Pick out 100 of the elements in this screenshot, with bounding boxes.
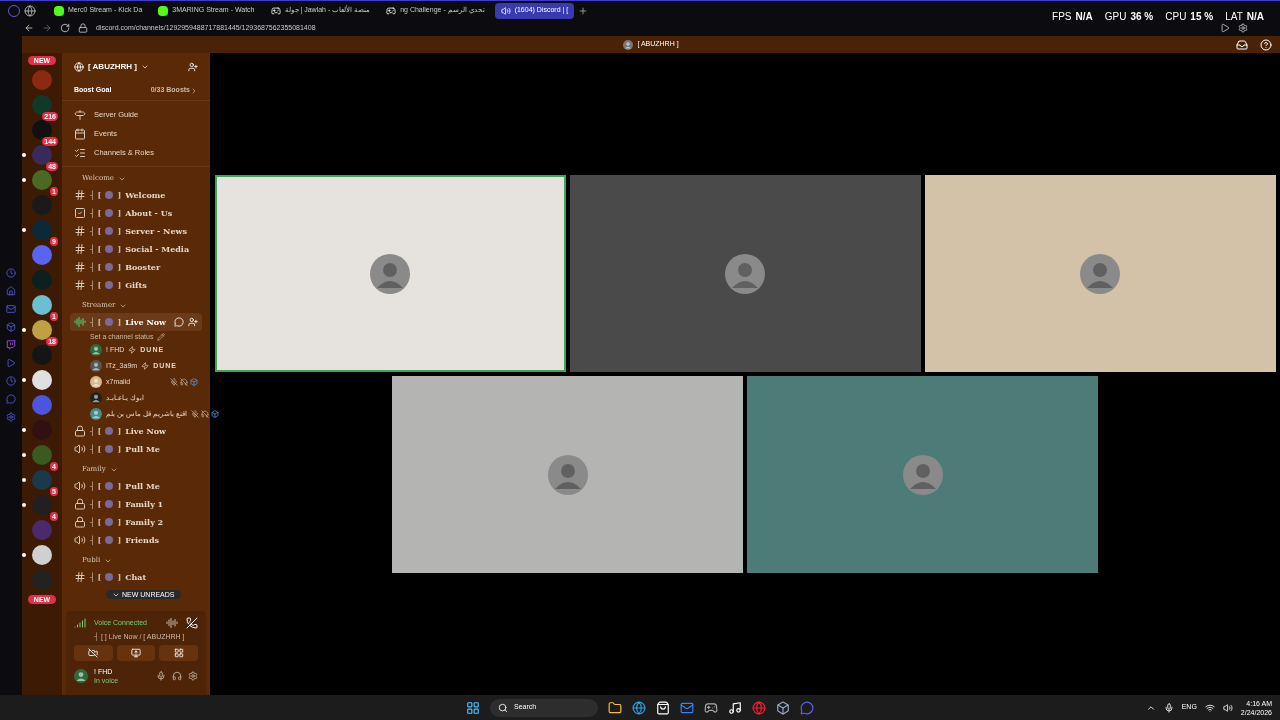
channel-item[interactable]: ┤ [ ] Friends	[70, 531, 202, 549]
channel-name: Live Now	[125, 425, 166, 437]
channel-item[interactable]: ┤ [ ] Pull Me	[70, 440, 202, 458]
overlay-label: FPS	[1052, 10, 1072, 24]
avatar-icon	[90, 360, 102, 372]
emoji-icon	[105, 263, 114, 271]
channel-prefix: ┤ [	[90, 498, 102, 510]
channel-item[interactable]: ┤ [ ] Family 1	[70, 495, 202, 513]
server-icon[interactable]	[32, 370, 52, 390]
screen-share-icon	[131, 648, 141, 658]
settings-icon[interactable]	[188, 671, 198, 681]
user-avatar-icon	[725, 253, 765, 294]
video-tile[interactable]	[214, 175, 566, 372]
new-tab-icon[interactable]	[578, 5, 589, 16]
channel-prefix: ┤ [	[90, 516, 102, 528]
avatar-icon	[90, 408, 102, 420]
channel-name: Family 1	[125, 498, 164, 510]
emoji-icon	[105, 427, 114, 435]
volume-icon[interactable]	[1222, 702, 1233, 713]
chevron-icon[interactable]	[141, 63, 150, 71]
channel-item[interactable]: ┤ [ ] Welcome	[70, 186, 202, 204]
camera-button[interactable]	[74, 645, 113, 661]
grid-icon	[173, 648, 184, 658]
app-icon[interactable]	[6, 322, 16, 332]
user-avatar-icon	[902, 454, 943, 495]
channel-suffix: ]	[117, 534, 122, 546]
start-icon[interactable]	[466, 700, 480, 715]
channel-item[interactable]: ┤ [ ] Social - Media	[70, 240, 202, 258]
network-icon[interactable]	[1204, 702, 1215, 713]
activities-button[interactable]	[159, 645, 198, 661]
folder-icon[interactable]	[608, 700, 622, 715]
video-tile[interactable]	[747, 376, 1098, 573]
emoji-icon	[105, 500, 114, 508]
channel-item[interactable]: ┤ [ ] Gifts	[70, 276, 202, 294]
channel-suffix: ]	[117, 480, 122, 492]
twitch-icon[interactable]	[6, 340, 16, 350]
avatar-icon	[623, 39, 634, 50]
channel-prefix: ┤ [	[90, 480, 102, 492]
channel-suffix: ]	[117, 516, 122, 528]
forward-icon[interactable]	[42, 23, 52, 33]
list-icon	[74, 146, 86, 159]
invite-icon[interactable]	[188, 317, 198, 327]
channel-suffix: ]	[117, 207, 122, 219]
channel-item[interactable]: ┤ [ ] Booster	[70, 258, 202, 276]
channel-prefix: ┤ [	[90, 189, 102, 201]
camera-off-icon	[88, 648, 99, 658]
lightning-icon	[128, 346, 137, 354]
microphone-icon[interactable]	[1163, 702, 1174, 713]
gamepad-icon	[386, 5, 397, 16]
mail-icon[interactable]	[680, 700, 694, 715]
avatar-icon	[90, 392, 102, 404]
play-icon[interactable]	[1220, 23, 1230, 33]
back-icon[interactable]	[24, 23, 34, 33]
channel-item[interactable]: ┤ [ ] Chat	[70, 568, 202, 586]
user-avatar-icon	[547, 454, 588, 495]
speaker-icon	[74, 443, 86, 455]
music-icon[interactable]	[728, 700, 742, 715]
headphones-icon[interactable]	[172, 671, 182, 681]
hash-icon	[74, 261, 86, 273]
overlay-value: N/A	[1075, 10, 1093, 24]
overlay-value: 36 %	[1130, 10, 1154, 24]
video-tile[interactable]	[392, 376, 743, 573]
search-icon	[498, 702, 508, 713]
channel-item[interactable]: ┤ [ ] Family 2	[70, 513, 202, 531]
gamepad-icon[interactable]	[704, 700, 718, 715]
server-name[interactable]: [ ABUZHRH ]	[88, 61, 138, 73]
browser-icon[interactable]	[632, 700, 646, 715]
channel-item[interactable]: ┤ [ ] Live Now	[70, 422, 202, 440]
video-tile[interactable]	[924, 175, 1276, 372]
help-icon[interactable]	[1260, 38, 1272, 51]
channel-name: Gifts	[125, 279, 147, 291]
channel-item[interactable]: ┤ [ ] Pull Me	[70, 477, 202, 495]
channel-name: About - Us	[125, 207, 173, 219]
share-screen-button[interactable]	[116, 645, 156, 661]
server-icon[interactable]	[32, 545, 52, 565]
channel-item[interactable]: ┤ [ ] Server - News	[70, 222, 202, 240]
emoji-icon	[105, 318, 114, 326]
channel-item[interactable]: ┤ [ ] Live Now	[70, 313, 202, 331]
channel-name: Booster	[125, 261, 161, 273]
channel-suffix: ]	[117, 189, 122, 201]
store-icon[interactable]	[656, 700, 670, 715]
hash-icon	[74, 189, 86, 201]
invite-icon[interactable]	[188, 62, 198, 72]
microphone-icon[interactable]	[156, 671, 166, 681]
disconnect-icon[interactable]	[186, 617, 198, 629]
emoji-icon	[105, 445, 114, 453]
channel-suffix: ]	[117, 425, 122, 437]
overlay-value: N/A	[1246, 10, 1264, 24]
lock-icon	[78, 23, 88, 33]
hash-icon	[74, 279, 86, 291]
channel-item[interactable]: ┤ [ ] About - Us	[70, 204, 202, 222]
inbox-icon[interactable]	[1236, 38, 1248, 51]
reload-icon[interactable]	[60, 23, 70, 33]
video-tile[interactable]	[569, 175, 921, 372]
lock-icon	[74, 498, 86, 510]
server-icon[interactable]	[32, 320, 52, 340]
k-logo-icon	[54, 5, 64, 16]
sound-wave-icon[interactable]	[166, 617, 178, 629]
player-icon[interactable]	[6, 358, 16, 368]
server-icon[interactable]	[32, 295, 52, 315]
